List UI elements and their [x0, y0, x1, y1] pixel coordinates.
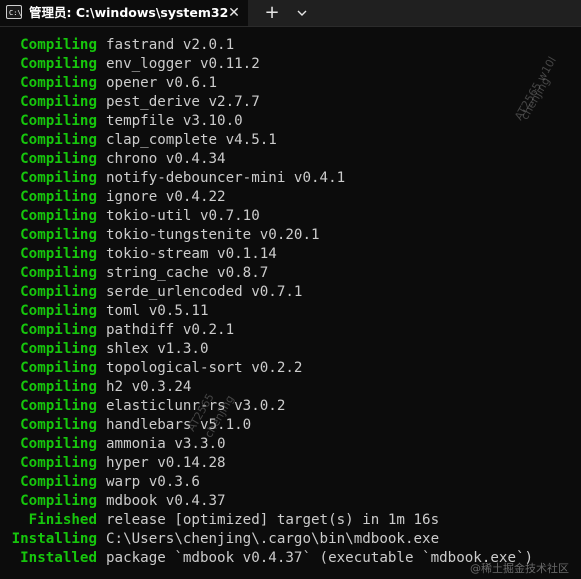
line-text: C:\Users\chenjing\.cargo\bin\mdbook.exe [106, 531, 440, 547]
status-label: Compiling [20, 56, 97, 72]
status-label: Compiling [20, 75, 97, 91]
line-text: fastrand v2.0.1 [106, 37, 235, 53]
terminal-window: C:\ 管理员: C:\windows\system32 ✕ + Compili… [0, 0, 581, 579]
status-label: Compiling [20, 398, 97, 414]
line-text: serde_urlencoded v0.7.1 [106, 284, 303, 300]
line-text: topological-sort v0.2.2 [106, 360, 303, 376]
terminal-line: Compiling warp v0.3.6 [0, 473, 581, 492]
terminal-line: Finished release [optimized] target(s) in… [0, 511, 581, 530]
status-label: Compiling [20, 379, 97, 395]
status-label: Compiling [20, 37, 97, 53]
terminal-line: Compiling topological-sort v0.2.2 [0, 359, 581, 378]
status-label: Installed [20, 550, 97, 566]
line-text: package `mdbook v0.4.37` (executable `md… [106, 550, 534, 566]
line-text: pest_derive v2.7.7 [106, 94, 260, 110]
line-text: hyper v0.14.28 [106, 455, 226, 471]
terminal-line: Compiling elasticlunr-rs v3.0.2 [0, 397, 581, 416]
terminal-line: Compiling handlebars v5.1.0 [0, 416, 581, 435]
line-text: tokio-stream v0.1.14 [106, 246, 277, 262]
terminal-line: Compiling chrono v0.4.34 [0, 150, 581, 169]
line-text: tokio-tungstenite v0.20.1 [106, 227, 320, 243]
new-tab-button[interactable]: + [262, 3, 282, 23]
status-label: Installing [11, 531, 97, 547]
terminal-line: Compiling hyper v0.14.28 [0, 454, 581, 473]
terminal-line: Compiling shlex v1.3.0 [0, 340, 581, 359]
terminal-line: Compiling env_logger v0.11.2 [0, 55, 581, 74]
terminal-line: Compiling serde_urlencoded v0.7.1 [0, 283, 581, 302]
status-label: Compiling [20, 493, 97, 509]
status-label: Compiling [20, 94, 97, 110]
terminal-line: Compiling pathdiff v0.2.1 [0, 321, 581, 340]
line-text: opener v0.6.1 [106, 75, 218, 91]
line-text: string_cache v0.8.7 [106, 265, 269, 281]
close-tab-icon[interactable]: ✕ [226, 5, 242, 21]
status-label: Compiling [20, 284, 97, 300]
line-text: warp v0.3.6 [106, 474, 200, 490]
status-label: Compiling [20, 303, 97, 319]
line-text: tokio-util v0.7.10 [106, 208, 260, 224]
terminal-icon: C:\ [6, 5, 22, 19]
status-label: Compiling [20, 455, 97, 471]
line-text: ignore v0.4.22 [106, 189, 226, 205]
line-text: env_logger v0.11.2 [106, 56, 260, 72]
terminal-line: Compiling clap_complete v4.5.1 [0, 131, 581, 150]
status-label: Compiling [20, 132, 97, 148]
status-label: Compiling [20, 227, 97, 243]
status-label: Compiling [20, 360, 97, 376]
line-text: notify-debouncer-mini v0.4.1 [106, 170, 346, 186]
status-label: Compiling [20, 341, 97, 357]
line-text: toml v0.5.11 [106, 303, 209, 319]
terminal-line: Compiling tokio-tungstenite v0.20.1 [0, 226, 581, 245]
terminal-output[interactable]: Compiling fastrand v2.0.1 Compiling env_log… [0, 36, 581, 579]
terminal-line: Compiling string_cache v0.8.7 [0, 264, 581, 283]
title-bar: C:\ 管理员: C:\windows\system32 ✕ + [0, 0, 581, 27]
status-label: Compiling [20, 170, 97, 186]
line-text: mdbook v0.4.37 [106, 493, 226, 509]
terminal-line: Compiling fastrand v2.0.1 [0, 36, 581, 55]
terminal-line: Compiling mdbook v0.4.37 [0, 492, 581, 511]
terminal-line: Compiling ignore v0.4.22 [0, 188, 581, 207]
line-text: chrono v0.4.34 [106, 151, 226, 167]
tab-title: 管理员: C:\windows\system32 [29, 5, 229, 20]
terminal-line: Compiling h2 v0.3.24 [0, 378, 581, 397]
status-label: Finished [28, 512, 97, 528]
status-label: Compiling [20, 246, 97, 262]
terminal-line: Compiling notify-debouncer-mini v0.4.1 [0, 169, 581, 188]
line-text: clap_complete v4.5.1 [106, 132, 277, 148]
terminal-line: Compiling pest_derive v2.7.7 [0, 93, 581, 112]
status-label: Compiling [20, 113, 97, 129]
terminal-line: Installing C:\Users\chenjing\.cargo\bin\m… [0, 530, 581, 549]
tab-admin-cmd[interactable]: C:\ 管理员: C:\windows\system32 ✕ [0, 0, 248, 26]
line-text: pathdiff v0.2.1 [106, 322, 235, 338]
terminal-line: Compiling tokio-util v0.7.10 [0, 207, 581, 226]
status-label: Compiling [20, 189, 97, 205]
line-text: elasticlunr-rs v3.0.2 [106, 398, 286, 414]
terminal-line: Compiling toml v0.5.11 [0, 302, 581, 321]
status-label: Compiling [20, 417, 97, 433]
status-label: Compiling [20, 151, 97, 167]
line-text: ammonia v3.3.0 [106, 436, 226, 452]
terminal-line: Compiling tokio-stream v0.1.14 [0, 245, 581, 264]
terminal-line: Compiling opener v0.6.1 [0, 74, 581, 93]
svg-text:C:\: C:\ [9, 9, 22, 17]
status-label: Compiling [20, 322, 97, 338]
source-watermark: @稀土掘金技术社区 [470, 562, 569, 575]
chevron-down-icon[interactable] [292, 3, 312, 23]
line-text: handlebars v5.1.0 [106, 417, 252, 433]
status-label: Compiling [20, 436, 97, 452]
line-text: h2 v0.3.24 [106, 379, 192, 395]
line-text: release [optimized] target(s) in 1m 16s [106, 512, 440, 528]
line-text: tempfile v3.10.0 [106, 113, 243, 129]
terminal-line: Compiling tempfile v3.10.0 [0, 112, 581, 131]
terminal-line: Compiling ammonia v3.3.0 [0, 435, 581, 454]
line-text: shlex v1.3.0 [106, 341, 209, 357]
status-label: Compiling [20, 208, 97, 224]
status-label: Compiling [20, 474, 97, 490]
status-label: Compiling [20, 265, 97, 281]
